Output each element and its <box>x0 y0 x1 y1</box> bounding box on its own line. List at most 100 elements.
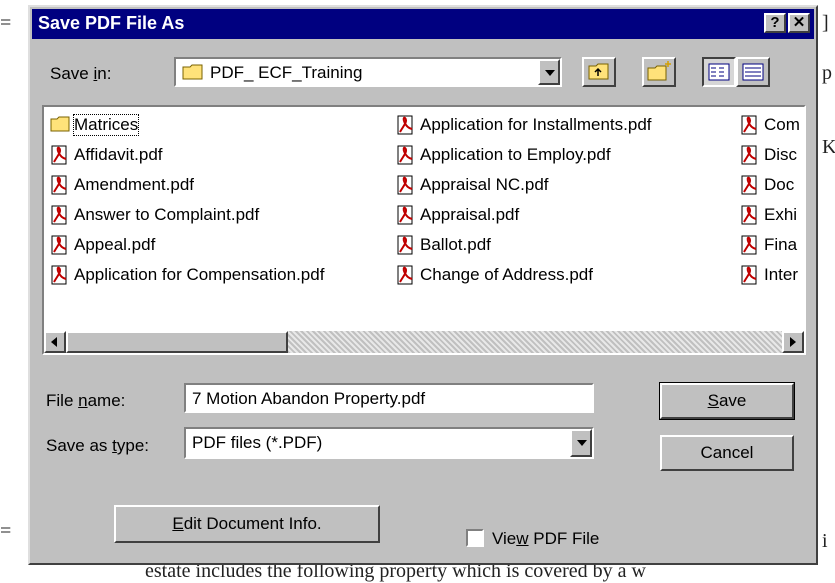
bg-fragment-left-top: = <box>0 12 12 34</box>
scroll-thumb[interactable] <box>66 331 288 353</box>
close-button[interactable]: ✕ <box>788 13 810 33</box>
file-item[interactable]: Appraisal NC.pdf <box>396 173 549 197</box>
save-as-type-label: Save as type: <box>46 436 150 455</box>
pdf-icon <box>740 205 760 225</box>
file-item[interactable]: Inter <box>740 263 798 287</box>
file-item[interactable]: Fina <box>740 233 797 257</box>
pdf-icon <box>396 145 416 165</box>
file-name: Fina <box>764 235 798 254</box>
scroll-track[interactable] <box>288 331 782 353</box>
save-as-type-value: PDF files (*.PDF) <box>192 433 323 452</box>
details-view-icon <box>742 63 764 81</box>
arrow-left-icon <box>51 337 57 347</box>
file-item[interactable]: Doc <box>740 173 794 197</box>
file-item[interactable]: Com <box>740 113 800 137</box>
file-name-input[interactable]: 7 Motion Abandon Property.pdf <box>184 383 594 413</box>
file-name-label: File name: <box>46 391 126 410</box>
view-pdf-checkbox[interactable] <box>466 529 484 547</box>
view-pdf-label[interactable]: View PDF File <box>492 529 599 549</box>
pdf-icon <box>740 265 760 285</box>
file-name: Matrices <box>72 114 140 136</box>
arrow-right-icon <box>790 337 796 347</box>
file-name: Appraisal NC.pdf <box>420 175 549 194</box>
file-item[interactable]: Disc <box>740 143 797 167</box>
save-pdf-dialog: Save PDF File As ? ✕ Save in: PDF_ ECF_T… <box>28 5 818 565</box>
file-item[interactable]: Amendment.pdf <box>50 173 194 197</box>
bg-fragment-left-bottom: = <box>0 520 12 542</box>
file-name: Com <box>764 115 800 134</box>
new-folder-icon <box>647 61 671 81</box>
close-icon: ✕ <box>792 14 806 31</box>
file-name: Appeal.pdf <box>74 235 156 254</box>
save-in-label: Save in: <box>50 64 112 83</box>
bg-fragment-right-3: i <box>822 530 828 552</box>
folder-icon <box>182 64 203 80</box>
file-name: Ballot.pdf <box>420 235 491 254</box>
save-in-combo[interactable]: PDF_ ECF_Training <box>174 57 562 87</box>
file-item[interactable]: Application to Employ.pdf <box>396 143 611 167</box>
save-as-type-dropdown-arrow[interactable] <box>570 429 592 457</box>
pdf-icon <box>396 175 416 195</box>
pdf-icon <box>50 205 70 225</box>
folder-icon <box>50 115 70 135</box>
file-item[interactable]: Application for Installments.pdf <box>396 113 652 137</box>
file-name: Answer to Complaint.pdf <box>74 205 260 224</box>
pdf-icon <box>50 145 70 165</box>
file-item[interactable]: Answer to Complaint.pdf <box>50 203 259 227</box>
pdf-icon <box>740 115 760 135</box>
file-name: Exhi <box>764 205 798 224</box>
bg-fragment-right-1: p <box>822 62 832 84</box>
edit-document-info-button[interactable]: Edit Document Info. <box>114 505 380 543</box>
file-name: Appraisal.pdf <box>420 205 520 224</box>
pdf-icon <box>740 235 760 255</box>
scroll-right-button[interactable] <box>782 331 804 353</box>
file-name: Application for Compensation.pdf <box>74 265 325 284</box>
cancel-button[interactable]: Cancel <box>660 435 794 471</box>
title-bar: Save PDF File As ? ✕ <box>32 9 814 39</box>
file-item[interactable]: Exhi <box>740 203 797 227</box>
list-view-icon <box>708 63 730 81</box>
new-folder-button[interactable] <box>642 57 676 87</box>
save-in-dropdown-arrow[interactable] <box>538 59 560 85</box>
folder-item[interactable]: Matrices <box>50 113 140 137</box>
save-as-type-select[interactable]: PDF files (*.PDF) <box>184 427 594 459</box>
pdf-icon <box>396 205 416 225</box>
file-name: Application for Installments.pdf <box>420 115 652 134</box>
file-list[interactable]: Matrices Affidavit.pdf Amendment.pdf Answer… <box>42 105 806 355</box>
help-button[interactable]: ? <box>764 13 786 33</box>
save-button[interactable]: Save <box>659 382 795 420</box>
file-item[interactable]: Change of Address.pdf <box>396 263 593 287</box>
pdf-icon <box>50 175 70 195</box>
pdf-icon <box>50 265 70 285</box>
file-name: Inter <box>764 265 799 284</box>
file-name: Doc <box>764 175 795 194</box>
up-folder-icon <box>588 63 609 80</box>
file-item[interactable]: Affidavit.pdf <box>50 143 163 167</box>
file-name: Affidavit.pdf <box>74 145 163 164</box>
bg-fragment-right-top: ] <box>822 12 829 34</box>
pdf-icon <box>740 175 760 195</box>
help-icon: ? <box>770 14 780 31</box>
bg-fragment-right-2: K <box>822 136 835 158</box>
details-view-button[interactable] <box>736 57 770 87</box>
scroll-left-button[interactable] <box>44 331 66 353</box>
pdf-icon <box>50 235 70 255</box>
file-item[interactable]: Ballot.pdf <box>396 233 491 257</box>
up-one-level-button[interactable] <box>582 57 616 87</box>
pdf-icon <box>396 235 416 255</box>
file-item[interactable]: Appeal.pdf <box>50 233 155 257</box>
pdf-icon <box>740 145 760 165</box>
file-name: Application to Employ.pdf <box>420 145 611 164</box>
pdf-icon <box>396 265 416 285</box>
file-name: Change of Address.pdf <box>420 265 593 284</box>
file-name-value: 7 Motion Abandon Property.pdf <box>192 389 426 408</box>
list-view-button[interactable] <box>702 57 736 87</box>
file-item[interactable]: Application for Compensation.pdf <box>50 263 324 287</box>
pdf-icon <box>396 115 416 135</box>
horizontal-scrollbar[interactable] <box>44 331 804 353</box>
save-in-value: PDF_ ECF_Training <box>210 63 363 82</box>
file-item[interactable]: Appraisal.pdf <box>396 203 519 227</box>
file-name: Amendment.pdf <box>74 175 195 194</box>
file-name: Disc <box>764 145 798 164</box>
dialog-title: Save PDF File As <box>38 13 185 33</box>
